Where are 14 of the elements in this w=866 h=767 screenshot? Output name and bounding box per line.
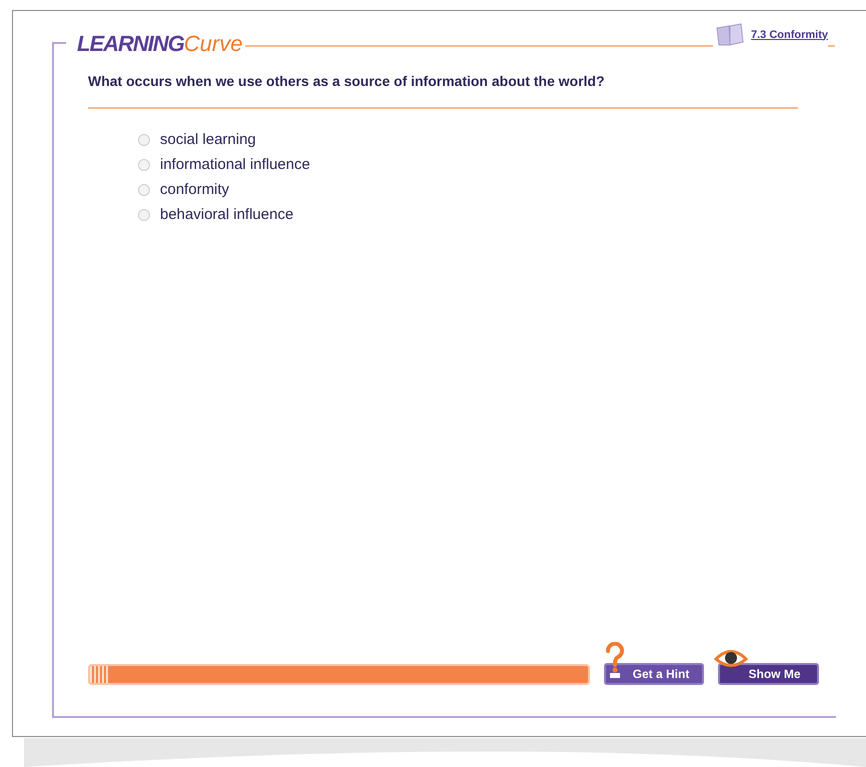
radio-button[interactable]: [138, 134, 150, 146]
show-me-button[interactable]: Show Me: [718, 663, 819, 685]
option-label: conformity: [160, 181, 230, 199]
logo: LEARNINGCurve: [77, 31, 243, 57]
radio-button[interactable]: [138, 209, 150, 221]
radio-button[interactable]: [138, 159, 150, 171]
option-label: social learning: [160, 131, 256, 149]
question-text: What occurs when we use others as a source of information about the world?: [88, 72, 606, 91]
book-icon: [715, 23, 745, 47]
question-bulb-icon: [604, 642, 626, 678]
option-label: informational influence: [160, 156, 310, 174]
option-label: behavioral influence: [160, 206, 294, 224]
radio-button[interactable]: [138, 184, 150, 196]
hint-button[interactable]: Get a Hint: [604, 663, 704, 685]
